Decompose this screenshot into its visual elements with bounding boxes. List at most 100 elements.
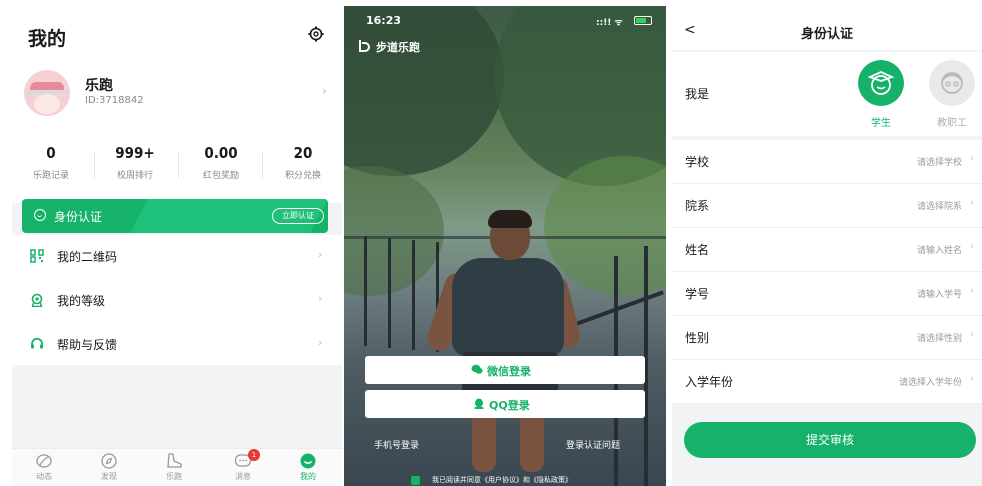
app-name: 步道乐跑 bbox=[376, 41, 420, 54]
moments-icon bbox=[36, 454, 52, 468]
stat-label: 红包奖励 bbox=[202, 171, 239, 181]
field-value: 请选择入学年份 bbox=[898, 378, 962, 388]
tab-run[interactable]: 乐跑 bbox=[154, 453, 194, 482]
role-option-student[interactable]: 学生 bbox=[856, 60, 906, 129]
tab-label: 发现 bbox=[101, 472, 117, 481]
tab-profile[interactable]: 我的 bbox=[288, 453, 328, 482]
role-selector: 我是 学生 教职工 bbox=[672, 52, 982, 136]
profile-header-card: 我的 乐跑 ID:3718842 › 0 乐跑记录 999+ 校周排行 0.00… bbox=[12, 14, 342, 203]
field-school[interactable]: 学校 请选择学校 › bbox=[672, 140, 982, 184]
qq-icon bbox=[474, 398, 484, 409]
field-label: 学号 bbox=[685, 287, 710, 301]
field-value: 请选择性别 bbox=[916, 334, 962, 344]
field-value: 请选择学校 bbox=[916, 158, 962, 168]
stat-value: 0 bbox=[46, 144, 56, 162]
tab-discover[interactable]: 发现 bbox=[89, 453, 129, 482]
identity-verify-screen: < 身份认证 我是 学生 教职工 学校 请选择学校 › 院系 请选择院系 › 姓… bbox=[672, 14, 982, 486]
divider bbox=[262, 152, 263, 178]
runner bbox=[452, 258, 564, 356]
chevron-right-icon: › bbox=[318, 292, 323, 305]
student-icon bbox=[858, 60, 904, 106]
chevron-right-icon: › bbox=[970, 330, 974, 340]
field-department[interactable]: 院系 请选择院系 › bbox=[672, 184, 982, 228]
chevron-right-icon: › bbox=[970, 242, 974, 252]
field-label: 院系 bbox=[685, 199, 710, 213]
menu-item-level[interactable]: 我的等级 › bbox=[12, 279, 342, 323]
field-value: 请输入学号 bbox=[916, 290, 962, 300]
role-label: 我是 bbox=[685, 87, 710, 101]
profile-menu: 我的二维码 › 我的等级 › 帮助与反馈 › bbox=[12, 235, 342, 365]
railing bbox=[364, 236, 367, 346]
tab-moments[interactable]: 动态 bbox=[24, 453, 64, 482]
qq-login-button[interactable]: QQ登录 bbox=[365, 390, 645, 418]
stat-value: 0.00 bbox=[204, 144, 238, 162]
field-student-id[interactable]: 学号 请输入学号 › bbox=[672, 272, 982, 316]
agreement-text[interactable]: 我已阅读并同意《用户协议》和《隐私政策》 bbox=[432, 475, 572, 485]
field-label: 性别 bbox=[685, 331, 710, 345]
signal-wifi-icon: ::!! ᯤ bbox=[596, 18, 623, 28]
gear-icon[interactable] bbox=[308, 26, 324, 42]
field-label: 入学年份 bbox=[685, 375, 734, 389]
stat-label: 乐跑记录 bbox=[32, 171, 69, 181]
railing bbox=[388, 238, 391, 348]
stat-label: 校周排行 bbox=[116, 171, 153, 181]
smile-icon bbox=[34, 209, 46, 221]
chevron-right-icon: › bbox=[970, 286, 974, 296]
wechat-icon bbox=[471, 364, 483, 374]
field-enrollment-year[interactable]: 入学年份 请选择入学年份 › bbox=[672, 360, 982, 404]
screenshot-root: 我的 乐跑 ID:3718842 › 0 乐跑记录 999+ 校周排行 0.00… bbox=[0, 0, 982, 486]
tab-label: 我的 bbox=[300, 472, 316, 481]
tab-label: 动态 bbox=[36, 472, 52, 481]
tree-foliage bbox=[344, 6, 504, 176]
wechat-login-button[interactable]: 微信登录 bbox=[365, 356, 645, 384]
field-name[interactable]: 姓名 请输入姓名 › bbox=[672, 228, 982, 272]
medal-icon bbox=[31, 293, 43, 307]
field-gender[interactable]: 性别 请选择性别 › bbox=[672, 316, 982, 360]
phone-login-link[interactable]: 手机号登录 bbox=[374, 438, 419, 451]
verify-now-button[interactable]: 立即认证 bbox=[272, 208, 324, 224]
profile-screen: 我的 乐跑 ID:3718842 › 0 乐跑记录 999+ 校周排行 0.00… bbox=[12, 14, 342, 486]
menu-item-qr-code[interactable]: 我的二维码 › bbox=[12, 235, 342, 279]
avatar[interactable] bbox=[24, 70, 70, 116]
help-icon bbox=[31, 338, 43, 349]
qr-code-icon bbox=[30, 249, 44, 263]
profile-icon bbox=[300, 453, 316, 469]
chevron-right-icon: › bbox=[970, 154, 974, 164]
runner bbox=[488, 210, 532, 228]
chevron-right-icon: › bbox=[970, 374, 974, 384]
submit-review-button[interactable]: 提交审核 bbox=[684, 422, 976, 458]
divider bbox=[94, 152, 95, 178]
qq-login-label: QQ登录 bbox=[489, 399, 530, 412]
role-option-label: 教职工 bbox=[937, 118, 967, 129]
stat-value: 999+ bbox=[115, 144, 155, 162]
chevron-right-icon: › bbox=[970, 198, 974, 208]
agreement-checkbox[interactable] bbox=[411, 476, 420, 485]
status-time: 16:23 bbox=[366, 14, 402, 27]
identity-verify-label: 身份认证 bbox=[54, 210, 103, 224]
tab-label: 乐跑 bbox=[166, 472, 182, 481]
page-title: 我的 bbox=[28, 28, 67, 50]
stat-label: 积分兑换 bbox=[284, 171, 321, 181]
bottom-tab-bar: 动态 发现 乐跑 消息 1 我的 bbox=[12, 448, 342, 486]
railing bbox=[412, 240, 415, 350]
menu-item-label: 我的等级 bbox=[57, 294, 106, 308]
stat-run-records[interactable]: 0 乐跑记录 bbox=[12, 144, 90, 181]
menu-item-label: 我的二维码 bbox=[57, 250, 118, 264]
shoe-icon bbox=[167, 453, 182, 468]
chevron-right-icon[interactable]: › bbox=[322, 84, 327, 98]
stat-value: 20 bbox=[293, 144, 313, 162]
stat-points[interactable]: 20 积分兑换 bbox=[264, 144, 342, 181]
divider bbox=[178, 152, 179, 178]
role-option-staff[interactable]: 教职工 bbox=[927, 60, 977, 129]
hedge bbox=[344, 166, 444, 296]
identity-verify-banner[interactable]: 身份认证 立即认证 bbox=[22, 199, 328, 233]
stat-weekly-rank[interactable]: 999+ 校周排行 bbox=[96, 144, 174, 181]
login-issue-link[interactable]: 登录认证问题 bbox=[566, 438, 620, 451]
tab-label: 消息 bbox=[235, 472, 251, 481]
menu-item-label: 帮助与反馈 bbox=[57, 338, 118, 352]
menu-item-help[interactable]: 帮助与反馈 › bbox=[12, 323, 342, 367]
stat-red-packet[interactable]: 0.00 红包奖励 bbox=[182, 144, 260, 181]
battery-icon bbox=[634, 16, 652, 25]
field-value: 请选择院系 bbox=[916, 202, 962, 212]
wechat-login-label: 微信登录 bbox=[487, 365, 531, 378]
